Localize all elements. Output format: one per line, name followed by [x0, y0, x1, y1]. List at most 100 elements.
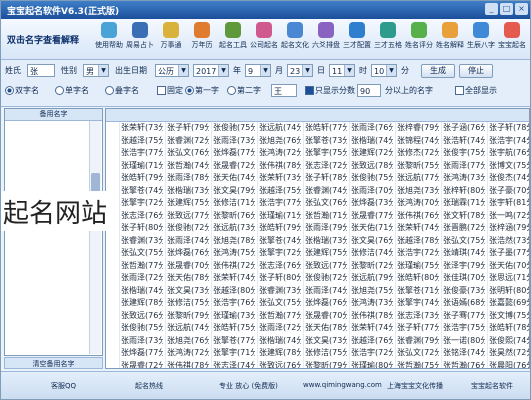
name-cell[interactable]: 张伟祺(76分) [397, 210, 439, 223]
toolbar-button-8[interactable]: 公司起名 [249, 21, 279, 57]
name-cell[interactable]: 张子轩(79分) [167, 122, 209, 135]
name-cell[interactable]: 张烨磊(76分) [305, 297, 347, 310]
fixed-checkbox[interactable]: 固定 [157, 84, 183, 98]
close-button[interactable]: × [515, 3, 528, 15]
name-cell[interactable]: 张黎昕(79分) [305, 360, 347, 369]
name-cell[interactable]: 张修洁(74分) [351, 247, 393, 260]
name-cell[interactable]: 张睿渊(74分) [305, 185, 347, 198]
name-cell[interactable]: 张浩宇(74分) [489, 135, 529, 148]
name-cell[interactable]: 张建辉(78分) [259, 347, 301, 360]
name-cell[interactable]: 张梓睿(79分) [397, 122, 439, 135]
name-cell[interactable]: 张思远(71分) [489, 272, 529, 285]
day-select[interactable]: 23 ▼ [287, 64, 313, 77]
name-cell[interactable]: 张远航(79分) [351, 272, 393, 285]
gender-select[interactable]: 男 ▼ [83, 64, 109, 77]
name-cell[interactable]: 张烨磊(76分) [167, 247, 209, 260]
name-cell[interactable]: 张哲瀚(77分) [121, 260, 163, 273]
name-cell[interactable]: 张荣轩(74分) [213, 272, 255, 285]
name-cell[interactable]: 张宇航(76分) [489, 147, 529, 160]
name-cell[interactable]: 张黎昕(76分) [213, 210, 255, 223]
name-cell[interactable]: 张擎宇(75分) [305, 147, 347, 160]
name-cell[interactable]: 张越泽(78分) [397, 235, 439, 248]
name-cell[interactable]: 张天佑(70分) [489, 260, 529, 273]
name-cell[interactable]: 张晟睿(70分) [305, 310, 347, 323]
hour-select[interactable]: 11 ▼ [329, 64, 355, 77]
name-cell[interactable]: 张子豪(70分) [489, 185, 529, 198]
name-cell[interactable]: 张天佑(78分) [167, 272, 209, 285]
name-cell[interactable]: 张俊驰(75分) [213, 122, 255, 135]
name-cell[interactable]: 张浩宇(72分) [397, 247, 439, 260]
name-cell[interactable]: 张越泽(80分) [213, 285, 255, 298]
name-cell[interactable]: 张俊杰(74分) [489, 172, 529, 185]
name-cell[interactable]: 张子轩(80分) [259, 272, 301, 285]
name-cell[interactable]: 张荣轩(73分) [121, 122, 163, 135]
name-cell[interactable]: 张雨泽(78分) [167, 172, 209, 185]
name-cell[interactable]: 张晟睿(72分) [213, 160, 255, 173]
toolbar-button-5[interactable]: 三才配置 [342, 21, 372, 57]
score-checkbox[interactable]: 只显示分数 [305, 84, 355, 98]
name-cell[interactable]: 张嘉懿(69分) [489, 297, 529, 310]
name-cell[interactable]: 张俊驰(75分) [121, 322, 163, 335]
name-cell[interactable]: 张楷瑞(74分) [259, 335, 301, 348]
name-cell[interactable]: 张弘文(76分) [167, 147, 209, 160]
name-cell[interactable]: 张俊驰(72分) [167, 222, 209, 235]
name-cell[interactable]: 张致远(76分) [121, 310, 163, 323]
name-cell[interactable]: 张黎昕(72分) [351, 260, 393, 273]
name-cell[interactable]: 张烨磊(77分) [121, 347, 163, 360]
name-type-single[interactable]: 单字名 [55, 84, 89, 98]
name-type-double[interactable]: 双字名 [5, 84, 39, 98]
name-cell[interactable]: 张鸿涛(72分) [167, 347, 209, 360]
name-cell[interactable]: 张擎宇(74分) [397, 297, 439, 310]
name-cell[interactable]: 张越泽(75分) [121, 135, 163, 148]
name-cell[interactable]: 张致远(77分) [305, 260, 347, 273]
name-cell[interactable]: 张皓轩(79分) [259, 222, 301, 235]
name-cell[interactable]: 张佳琪(70分) [443, 272, 485, 285]
name-cell[interactable]: 张旭尧(76分) [167, 335, 209, 348]
name-cell[interactable]: 张靖琪(74分) [443, 247, 485, 260]
name-cell[interactable]: 张昊然(72分) [489, 347, 529, 360]
names-grid[interactable]: 张子轩(78分)张浩宇(74分)张宇航(76分)张博文(75分)张俊杰(74分)… [105, 108, 530, 369]
name-cell[interactable]: 张烨磊(73分) [351, 197, 393, 210]
name-cell[interactable]: 张天佑(74分) [213, 172, 255, 185]
name-cell[interactable]: 张楷瑞(73分) [167, 185, 209, 198]
name-cell[interactable]: 张瑾瑜(71分) [259, 210, 301, 223]
year-select[interactable]: 2017 ▼ [193, 64, 229, 77]
fixed-first[interactable]: 第一字 [185, 84, 219, 98]
toolbar-button-9[interactable]: 起名工具 [218, 21, 248, 57]
name-cell[interactable]: 张文昊(73分) [305, 335, 347, 348]
name-cell[interactable]: 张浩宇(72分) [351, 347, 393, 360]
name-type-repeat[interactable]: 叠字名 [105, 84, 139, 98]
name-cell[interactable]: 张建辉(75分) [305, 247, 347, 260]
name-cell[interactable]: 张皓轩(80分) [397, 272, 439, 285]
backup-names-panel[interactable]: 备用名字 [4, 108, 103, 356]
name-cell[interactable]: 张梓轩(80分) [443, 185, 485, 198]
name-cell[interactable]: 张浩轩(74分) [443, 135, 485, 148]
name-cell[interactable]: 张哲瀚(71分) [305, 210, 347, 223]
name-cell[interactable]: 张晟睿(72分) [121, 360, 163, 369]
show-all-checkbox[interactable]: 全部显示 [455, 84, 497, 98]
name-cell[interactable]: 张一鸣(72分) [489, 210, 529, 223]
name-cell[interactable]: 张修洁(71分) [213, 197, 255, 210]
toolbar-button-1[interactable]: 生辰八字 [466, 21, 496, 57]
month-select[interactable]: 9 ▼ [245, 64, 271, 77]
name-cell[interactable]: 张瑾瑜(73分) [213, 310, 255, 323]
name-cell[interactable]: 张擎苍(71分) [397, 285, 439, 298]
name-cell[interactable]: 张瑾瑜(71分) [121, 160, 163, 173]
name-cell[interactable]: 张擎宇(71分) [213, 347, 255, 360]
name-cell[interactable]: 张志泽(74分) [213, 360, 255, 369]
name-cell[interactable]: 张雨泽(74分) [305, 285, 347, 298]
name-cell[interactable]: 张泽宇(79分) [443, 260, 485, 273]
name-cell[interactable]: 张擎苍(74分) [259, 235, 301, 248]
surname-input[interactable]: 张 [27, 64, 55, 77]
name-cell[interactable]: 张旭尧(78分) [213, 235, 255, 248]
name-cell[interactable]: 张鸿涛(75分) [213, 247, 255, 260]
name-cell[interactable]: 张志泽(73分) [397, 310, 439, 323]
name-cell[interactable]: 张建辉(72分) [351, 147, 393, 160]
name-cell[interactable]: 张语嫣(68分) [443, 297, 485, 310]
toolbar-button-3[interactable]: 姓名评分 [404, 21, 434, 57]
toolbar-button-0[interactable]: 宝宝起名 [497, 21, 527, 57]
name-cell[interactable]: 张哲瀚(77分) [259, 310, 301, 323]
name-cell[interactable]: 张擎苍(74分) [121, 185, 163, 198]
name-cell[interactable]: 张鸿涛(73分) [443, 172, 485, 185]
name-cell[interactable]: 张皓轩(78分) [489, 322, 529, 335]
